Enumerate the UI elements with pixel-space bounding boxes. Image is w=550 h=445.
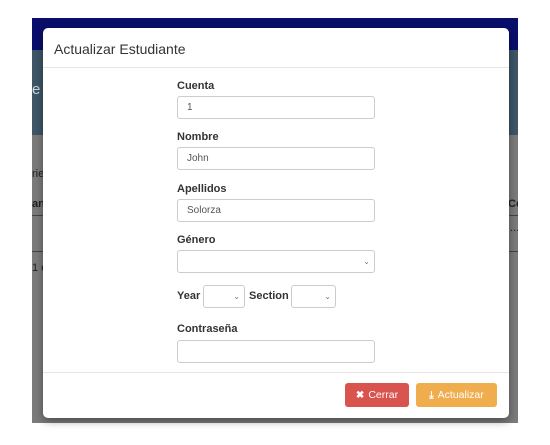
- genero-label: Género: [177, 234, 216, 246]
- modal-header: Actualizar Estudiante: [43, 28, 509, 68]
- upload-icon: ⤓: [429, 389, 434, 401]
- bg-fragment: e: [32, 81, 41, 98]
- contrasena-label: Contraseña: [177, 323, 238, 335]
- chevron-down-icon: ⌄: [363, 257, 370, 266]
- actualizar-button[interactable]: ⤓ Actualizar: [416, 383, 497, 407]
- year-select[interactable]: ⌄: [203, 285, 245, 308]
- cerrar-label: Cerrar: [368, 389, 399, 401]
- bg-fragment: Co: [508, 198, 518, 210]
- cerrar-button[interactable]: ✖ Cerrar: [345, 383, 409, 407]
- section-select[interactable]: ⌄: [291, 285, 336, 308]
- bg-divider: [508, 251, 518, 252]
- modal-title: Actualizar Estudiante: [54, 41, 186, 57]
- actualizar-label: Actualizar: [437, 389, 484, 401]
- genero-select[interactable]: ⌄: [177, 250, 375, 273]
- bg-divider: [508, 215, 518, 216]
- nombre-label: Nombre: [177, 131, 219, 143]
- apellidos-label: Apellidos: [177, 183, 227, 195]
- apellidos-input[interactable]: [177, 199, 375, 222]
- times-icon: ✖: [355, 389, 365, 401]
- bg-fragment: ...: [510, 222, 518, 234]
- chevron-down-icon: ⌄: [233, 292, 240, 301]
- nombre-input[interactable]: [177, 147, 375, 170]
- modal-footer: ✖ Cerrar ⤓ Actualizar: [43, 372, 509, 419]
- section-label: Section: [249, 290, 289, 302]
- chevron-down-icon: ⌄: [324, 292, 331, 301]
- cuenta-input[interactable]: [177, 96, 375, 119]
- cuenta-label: Cuenta: [177, 80, 215, 92]
- update-student-modal: Actualizar Estudiante Cuenta Nombre Apel…: [43, 28, 509, 418]
- year-label: Year: [177, 290, 201, 302]
- contrasena-input[interactable]: [177, 340, 375, 363]
